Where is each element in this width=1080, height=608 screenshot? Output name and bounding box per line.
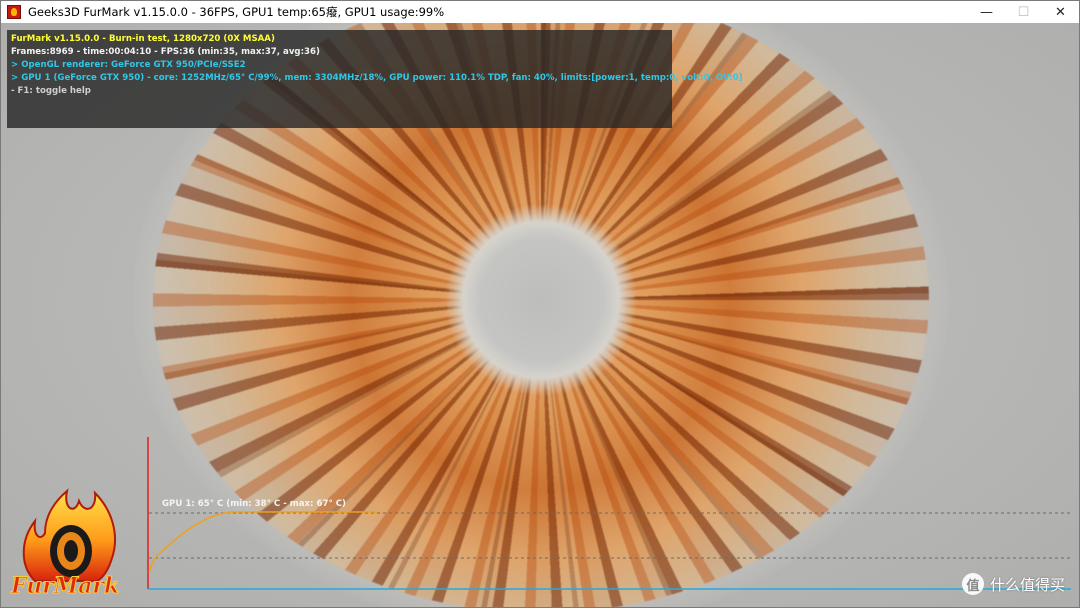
- furmark-logo-text: FurMark: [10, 573, 120, 600]
- watermark-text: 什么值得买: [989, 575, 1065, 594]
- window-controls: — ☐ ✕: [968, 1, 1079, 23]
- window-title: Geeks3D FurMark v1.15.0.0 - 36FPS, GPU1 …: [28, 5, 445, 19]
- furmark-app-icon[interactable]: [7, 5, 21, 19]
- maximize-button[interactable]: ☐: [1005, 1, 1042, 23]
- hud-title-line: FurMark v1.15.0.0 - Burn-in test, 1280x7…: [11, 34, 275, 44]
- hud-gpu-line: > GPU 1 (GeForce GTX 950) - core: 1252MH…: [11, 73, 743, 83]
- temperature-graph-svg: [147, 437, 1071, 590]
- smzdm-watermark: 值 什么值得买: [961, 573, 1065, 595]
- hud-renderer-line: > OpenGL renderer: GeForce GTX 950/PCIe/…: [11, 60, 246, 70]
- temperature-graph: GPU 1: 65° C (min: 38° C - max: 67° C): [147, 437, 1071, 591]
- smzdm-logo-icon: 值: [961, 573, 984, 595]
- title-bar[interactable]: Geeks3D FurMark v1.15.0.0 - 36FPS, GPU1 …: [1, 1, 1079, 23]
- render-viewport: FurMark v1.15.0.0 - Burn-in test, 1280x7…: [1, 23, 1079, 607]
- hud-help-line: - F1: toggle help: [11, 86, 91, 96]
- graph-temperature-label: GPU 1: 65° C (min: 38° C - max: 67° C): [162, 499, 346, 509]
- gpu-temperature-curve: [148, 511, 377, 573]
- furmark-logo: FurMark: [5, 479, 139, 603]
- minimize-button[interactable]: —: [968, 1, 1005, 23]
- close-button[interactable]: ✕: [1042, 1, 1079, 23]
- furmark-window: Geeks3D FurMark v1.15.0.0 - 36FPS, GPU1 …: [0, 0, 1080, 608]
- hud-frames-line: Frames:8969 - time:00:04:10 - FPS:36 (mi…: [11, 47, 320, 57]
- hud-overlay: FurMark v1.15.0.0 - Burn-in test, 1280x7…: [7, 30, 743, 128]
